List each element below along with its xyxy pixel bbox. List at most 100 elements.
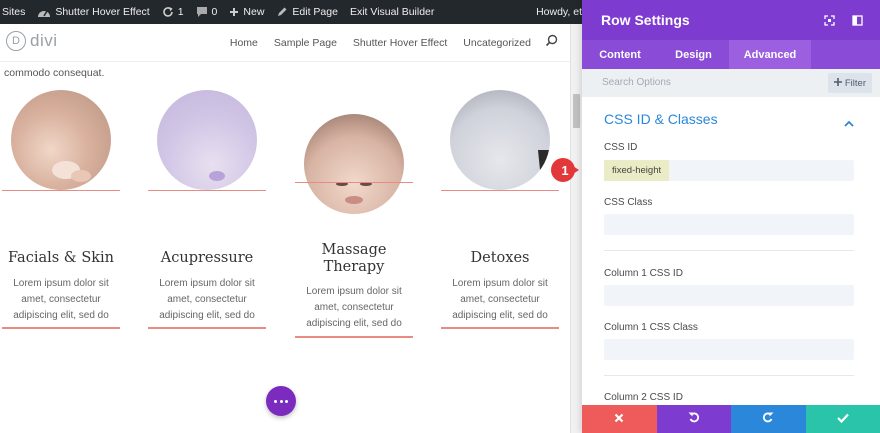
card-image [157, 90, 257, 190]
card-text: Lorem ipsum dolor sit amet, consectetur … [441, 276, 559, 324]
cancel-button[interactable] [582, 405, 657, 433]
site-name-label: Shutter Hover Effect [55, 6, 150, 18]
admin-bar: Sites Shutter Hover Effect 1 0 New Edit … [0, 0, 582, 24]
card-bottom-line [2, 327, 120, 329]
column-1-css-class-label: Column 1 CSS Class [604, 322, 698, 333]
plus-icon [229, 7, 239, 17]
service-card-detoxes: Detoxes Lorem ipsum dolor sit amet, cons… [441, 90, 559, 335]
exit-builder-label: Exit Visual Builder [349, 6, 435, 18]
card-text: Lorem ipsum dolor sit amet, consectetur … [2, 276, 120, 324]
nav-item-uncategorized[interactable]: Uncategorized [455, 37, 539, 49]
tab-content[interactable]: Content [582, 40, 658, 69]
service-card-massage: Massage Therapy Lorem ipsum dolor sit am… [295, 114, 413, 340]
intro-text: commodo consequat. [4, 67, 105, 79]
scrollbar-thumb[interactable] [573, 94, 580, 128]
tab-advanced[interactable]: Advanced [729, 40, 811, 69]
nav-item-shutter-hover-effect[interactable]: Shutter Hover Effect [345, 37, 455, 49]
card-text-line: Lorem ipsum dolor sit [13, 278, 109, 289]
admin-bar-site-name[interactable]: Shutter Hover Effect [31, 0, 155, 24]
dot-icon [274, 399, 277, 403]
admin-bar-sites[interactable]: Sites [0, 0, 31, 24]
nav-item-sample-page[interactable]: Sample Page [266, 37, 345, 49]
section-title-css-id-classes[interactable]: CSS ID & Classes [604, 111, 718, 127]
card-bottom-line [295, 336, 413, 338]
dot-icon [279, 399, 283, 403]
card-text: Lorem ipsum dolor sit amet, consectetur … [148, 276, 266, 324]
chevron-up-icon[interactable] [844, 114, 854, 132]
fullscreen-icon[interactable] [822, 13, 836, 27]
admin-bar-howdy[interactable]: Howdy, et [530, 0, 582, 24]
snap-panel-icon[interactable] [850, 13, 864, 27]
logo-text: divi [30, 31, 58, 50]
card-text-line: Lorem ipsum dolor sit [306, 286, 402, 297]
card-bottom-line [441, 327, 559, 329]
screen: Sites Shutter Hover Effect 1 0 New Edit … [0, 0, 880, 433]
card-text-line: amet, consectetur [167, 294, 247, 305]
card-top-line [2, 190, 120, 191]
card-image [450, 90, 550, 190]
css-class-label: CSS Class [604, 197, 653, 208]
search-icon[interactable] [539, 34, 558, 52]
dot-icon [285, 399, 288, 403]
close-icon [614, 410, 624, 428]
save-button[interactable] [805, 405, 880, 433]
admin-bar-exit-builder[interactable]: Exit Visual Builder [344, 0, 440, 24]
column-1-css-id-label: Column 1 CSS ID [604, 268, 683, 279]
undo-icon [688, 410, 700, 428]
admin-bar-comments[interactable]: 0 [190, 0, 224, 24]
panel-header: Row Settings [582, 0, 880, 40]
pencil-icon [276, 6, 288, 18]
column-1-css-id-field[interactable] [604, 285, 854, 306]
card-title: Massage Therapy [295, 242, 413, 276]
filter-button[interactable]: Filter [827, 73, 872, 93]
card-title-line: Massage [321, 242, 387, 258]
site-logo[interactable]: D divi [6, 31, 58, 51]
card-title: Facials & Skin [7, 250, 115, 266]
column-1-css-class-field[interactable] [604, 339, 854, 360]
howdy-label: Howdy, et [536, 6, 582, 18]
page-scrollbar[interactable] [570, 24, 582, 433]
comment-icon [196, 6, 208, 18]
card-text-line: adipiscing elit, sed do [306, 318, 402, 329]
service-card-acupressure: Acupressure Lorem ipsum dolor sit amet, … [148, 90, 266, 335]
dashboard-icon [37, 6, 51, 18]
css-id-field[interactable]: fixed-height [604, 160, 854, 181]
refresh-icon [162, 6, 174, 18]
card-text-line: amet, consectetur [21, 294, 101, 305]
card-top-line [148, 190, 266, 191]
admin-bar-new[interactable]: New [223, 0, 270, 24]
admin-bar-edit-page[interactable]: Edit Page [270, 0, 344, 24]
css-class-field[interactable] [604, 214, 854, 235]
search-options-input[interactable]: Search Options [602, 77, 671, 88]
panel-title: Row Settings [601, 12, 690, 28]
undo-button[interactable] [656, 405, 731, 433]
card-text-line: Lorem ipsum dolor sit [452, 278, 548, 289]
card-image [304, 114, 404, 214]
card-image [11, 90, 111, 190]
comments-count: 0 [211, 6, 218, 18]
redo-button[interactable] [731, 405, 806, 433]
updates-count: 1 [177, 6, 184, 18]
main-nav: Home Sample Page Shutter Hover Effect Un… [222, 34, 558, 52]
service-card-facials: Facials & Skin Lorem ipsum dolor sit ame… [2, 90, 120, 335]
css-id-label: CSS ID [604, 142, 638, 153]
redo-icon [762, 410, 774, 428]
new-label: New [243, 6, 265, 18]
divider [604, 250, 854, 251]
divider [604, 375, 854, 376]
card-text-line: amet, consectetur [314, 302, 394, 313]
nav-item-home[interactable]: Home [222, 37, 266, 49]
admin-bar-updates[interactable]: 1 [156, 0, 190, 24]
search-options-bar: Search Options Filter [582, 69, 880, 97]
sites-label: Sites [2, 6, 26, 18]
card-text-line: amet, consectetur [460, 294, 540, 305]
card-title: Detoxes [470, 250, 530, 266]
row-settings-panel: Row Settings Content Design Advanced Sea… [582, 0, 880, 433]
card-text-line: adipiscing elit, sed do [13, 310, 109, 321]
tab-design[interactable]: Design [658, 40, 729, 69]
card-title-line: Therapy [323, 259, 385, 275]
panel-footer [582, 405, 880, 433]
check-icon [836, 410, 849, 428]
card-top-line [295, 182, 413, 183]
builder-more-button[interactable] [266, 386, 296, 416]
